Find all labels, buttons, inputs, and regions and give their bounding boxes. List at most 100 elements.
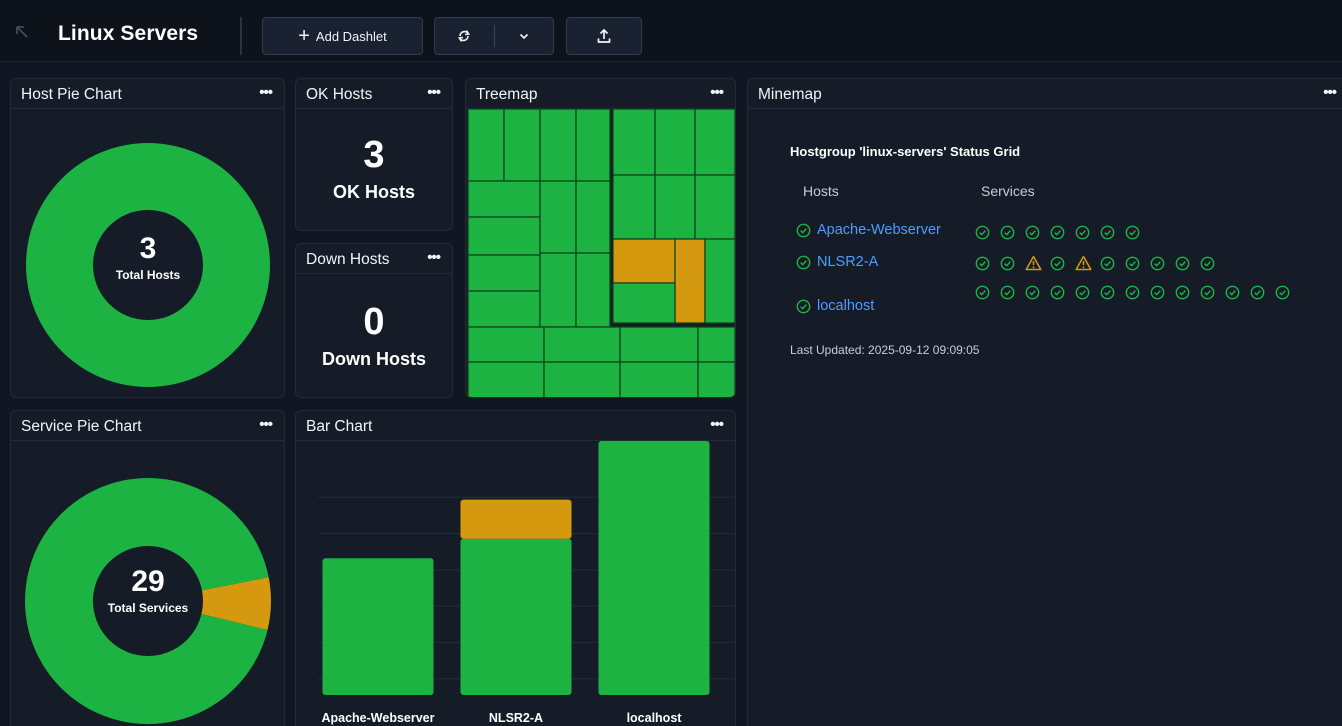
treemap-cell	[539, 108, 577, 182]
total-services-value: 29	[131, 565, 165, 598]
check-circle-icon[interactable]	[1200, 281, 1225, 303]
total-hosts-value: 3	[139, 232, 157, 265]
check-circle-icon[interactable]	[1150, 281, 1175, 303]
warning-triangle-icon[interactable]	[1075, 252, 1100, 274]
treemap-cell	[575, 180, 611, 254]
check-circle-icon	[796, 223, 811, 237]
check-circle-icon[interactable]	[1250, 281, 1275, 303]
check-circle-icon[interactable]	[1025, 221, 1050, 243]
add-dashlet-button[interactable]: + Add Dashlet	[262, 17, 423, 55]
warning-triangle-icon[interactable]	[1025, 252, 1050, 274]
bar-apache-webserver-ok[interactable]	[322, 558, 434, 695]
treemap-cell	[539, 252, 577, 328]
check-circle-icon[interactable]	[1050, 252, 1075, 274]
chevron-down-icon	[519, 33, 528, 40]
check-circle-icon[interactable]	[1100, 221, 1125, 243]
dashlet-title: Minemap	[758, 86, 822, 103]
check-circle-icon[interactable]	[975, 221, 1000, 243]
host-link-nlsr2-a[interactable]: NLSR2-A	[796, 254, 878, 270]
check-circle-icon[interactable]	[1275, 281, 1300, 303]
toolbar: Linux Servers + Add Dashlet	[0, 0, 1342, 62]
total-services-label: Total Services	[107, 601, 189, 615]
down-hosts-dashlet: Down Hosts ••• 0 Down Hosts	[295, 243, 453, 398]
check-circle-icon[interactable]	[1000, 252, 1025, 274]
treemap-cell	[503, 108, 541, 182]
check-circle-icon[interactable]	[1150, 252, 1175, 274]
check-circle-icon	[796, 299, 811, 313]
check-circle-icon[interactable]	[1000, 221, 1025, 243]
host-name: Apache-Webserver	[817, 222, 941, 238]
treemap-cell	[619, 361, 699, 397]
service-row-nlsr2-a	[975, 252, 1315, 274]
host-link-apache-webserver[interactable]: Apache-Webserver	[796, 222, 941, 238]
refresh-options-button[interactable]	[494, 18, 553, 54]
bar-category-label: Apache-Webserver	[321, 711, 435, 725]
treemap-cell	[654, 108, 696, 176]
dashlet-menu-button[interactable]: •••	[1323, 84, 1337, 101]
treemap-cell-warning	[612, 238, 676, 284]
treemap-cell-warning	[674, 238, 706, 324]
ok-hosts-value: 3	[363, 134, 385, 176]
bar-nlsr2-a-ok[interactable]	[460, 538, 572, 695]
bar-category-label: localhost	[626, 711, 682, 725]
treemap-cell	[612, 282, 676, 324]
treemap-chart	[467, 108, 735, 397]
dashlet-menu-button[interactable]: •••	[427, 249, 441, 266]
bar-localhost-ok[interactable]	[598, 441, 710, 695]
dashlet-title: OK Hosts	[306, 86, 373, 103]
treemap-cell	[467, 180, 541, 218]
upload-icon	[597, 28, 611, 43]
check-circle-icon[interactable]	[975, 252, 1000, 274]
check-circle-icon[interactable]	[1075, 221, 1100, 243]
bar-nlsr2-a-warning[interactable]	[460, 499, 572, 539]
treemap-cell	[575, 108, 611, 182]
dashlet-header: OK Hosts •••	[296, 79, 452, 109]
refresh-button-group	[434, 17, 554, 55]
host-pie-dashlet: Host Pie Chart ••• 3 Total Hosts	[10, 78, 285, 398]
treemap-cell	[543, 361, 621, 397]
add-dashlet-label: Add Dashlet	[315, 28, 387, 44]
title-divider	[240, 17, 242, 55]
check-circle-icon[interactable]	[1125, 252, 1150, 274]
check-circle-icon[interactable]	[1175, 252, 1200, 274]
check-circle-icon[interactable]	[1125, 221, 1150, 243]
service-pie-center: 29 Total Services	[88, 565, 208, 615]
arrow-up-left-icon[interactable]	[14, 24, 30, 40]
bar-chart-dashlet: Bar Chart ••• Apache-Webserver NLSR2-A loc…	[295, 410, 736, 726]
treemap-cell	[467, 290, 541, 328]
check-circle-icon[interactable]	[1125, 281, 1150, 303]
check-circle-icon[interactable]	[1100, 252, 1125, 274]
treemap-cell	[704, 238, 735, 324]
treemap-cell	[467, 254, 541, 292]
treemap-cell	[575, 252, 611, 328]
refresh-button[interactable]	[435, 18, 494, 54]
refresh-icon	[458, 30, 471, 42]
export-button[interactable]	[566, 17, 642, 55]
check-circle-icon[interactable]	[1075, 281, 1100, 303]
bar-category-label: NLSR2-A	[488, 711, 544, 725]
check-circle-icon[interactable]	[1175, 281, 1200, 303]
check-circle-icon[interactable]	[1225, 281, 1250, 303]
treemap-cell	[467, 216, 541, 256]
check-circle-icon[interactable]	[1100, 281, 1125, 303]
treemap-dashlet: Treemap •••	[465, 78, 736, 398]
down-hosts-label: Down Hosts	[321, 349, 426, 369]
minemap-grid-title: Hostgroup 'linux-servers' Status Grid	[790, 144, 1021, 159]
check-circle-icon[interactable]	[1000, 281, 1025, 303]
page-title: Linux Servers	[58, 22, 199, 45]
plus-icon: +	[298, 25, 310, 47]
treemap-cell	[612, 174, 656, 240]
ok-hosts-dashlet: OK Hosts ••• 3 OK Hosts	[295, 78, 453, 231]
treemap-cell	[694, 174, 735, 240]
check-circle-icon[interactable]	[1050, 221, 1075, 243]
treemap-cell	[467, 361, 545, 397]
dashlet-menu-button[interactable]: •••	[427, 84, 441, 101]
host-link-localhost[interactable]: localhost	[796, 298, 874, 314]
check-circle-icon[interactable]	[1050, 281, 1075, 303]
check-circle-icon[interactable]	[1025, 281, 1050, 303]
treemap-cell	[697, 361, 735, 397]
check-circle-icon	[796, 255, 811, 269]
treemap-cell	[612, 108, 656, 176]
check-circle-icon[interactable]	[1200, 252, 1225, 274]
check-circle-icon[interactable]	[975, 281, 1000, 303]
